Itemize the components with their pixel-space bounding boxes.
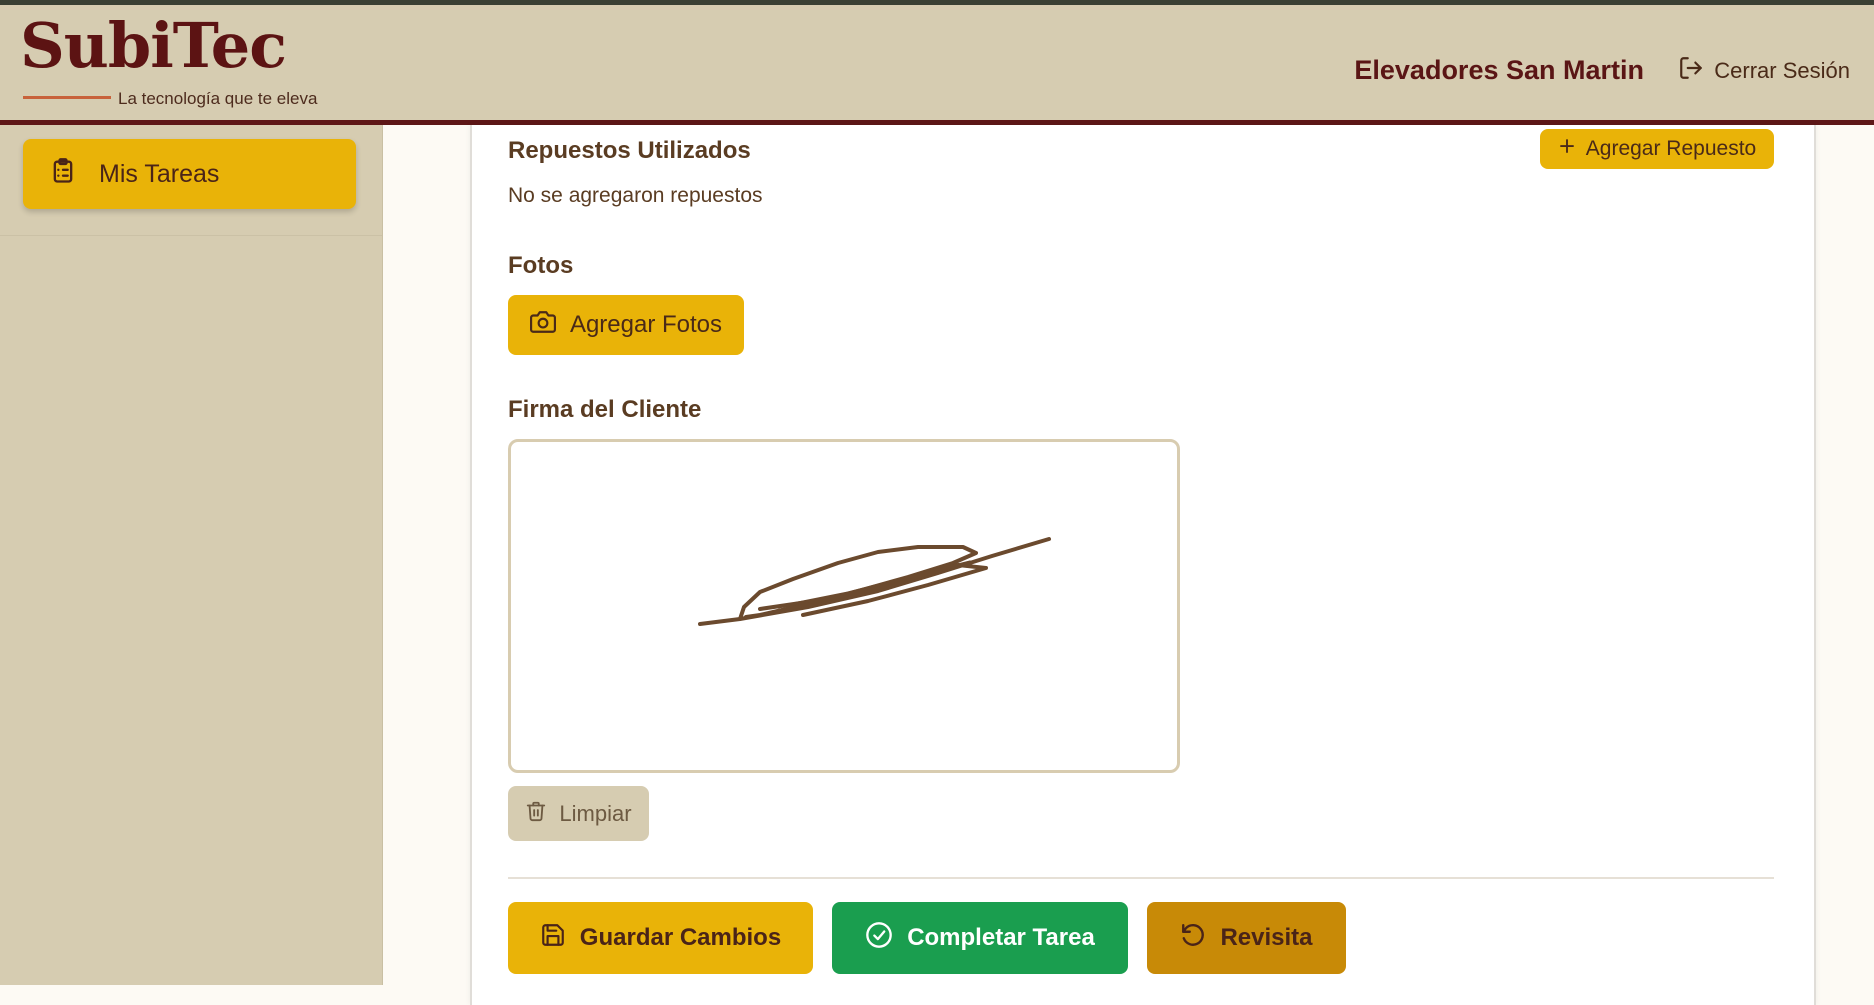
sidebar-item-mis-tareas[interactable]: Mis Tareas [23,139,356,209]
company-name: Elevadores San Martin [1354,55,1644,85]
sidebar: Mis Tareas [0,125,383,985]
camera-icon [529,309,556,342]
complete-task-button[interactable]: Completar Tarea [832,902,1128,974]
actions-divider [508,877,1774,879]
sidebar-item-label: Mis Tareas [99,159,220,188]
save-changes-button[interactable]: Guardar Cambios [508,902,813,974]
save-changes-label: Guardar Cambios [579,924,782,951]
add-photos-button[interactable]: Agregar Fotos [508,295,744,355]
save-icon [540,922,566,955]
logout-icon [1678,55,1704,87]
trash-icon [525,800,547,828]
clear-signature-label: Limpiar [559,800,632,826]
parts-section-title: Repuestos Utilizados [508,137,751,164]
plus-icon [1558,137,1576,161]
brand-tagline: La tecnología que te eleva [118,89,318,108]
task-form-card: Repuestos Utilizados Agregar Repuesto No… [470,125,1816,1005]
rotate-ccw-icon [1180,922,1206,955]
logout-button[interactable]: Cerrar Sesión [1678,55,1850,87]
logout-label: Cerrar Sesión [1714,58,1850,83]
revisit-label: Revisita [1220,924,1313,951]
sidebar-divider [0,235,382,236]
clipboard-list-icon [49,157,77,192]
parts-empty-message: No se agregaron repuestos [508,184,763,207]
add-part-button[interactable]: Agregar Repuesto [1540,129,1774,169]
check-circle-icon [865,921,893,956]
signature-canvas[interactable] [508,439,1180,773]
signature-section-title: Firma del Cliente [508,396,702,423]
photos-section-title: Fotos [508,252,574,279]
clear-signature-button[interactable]: Limpiar [508,786,649,841]
brand-logo-title: SubiTec [20,9,287,82]
complete-task-label: Completar Tarea [907,924,1095,951]
revisit-button[interactable]: Revisita [1147,902,1346,974]
signature-stroke [698,537,1051,626]
add-part-label: Agregar Repuesto [1585,137,1757,160]
add-photos-label: Agregar Fotos [569,311,723,338]
app-header: SubiTec La tecnología que te eleva Eleva… [0,5,1874,125]
brand-logo-underline [23,96,111,99]
